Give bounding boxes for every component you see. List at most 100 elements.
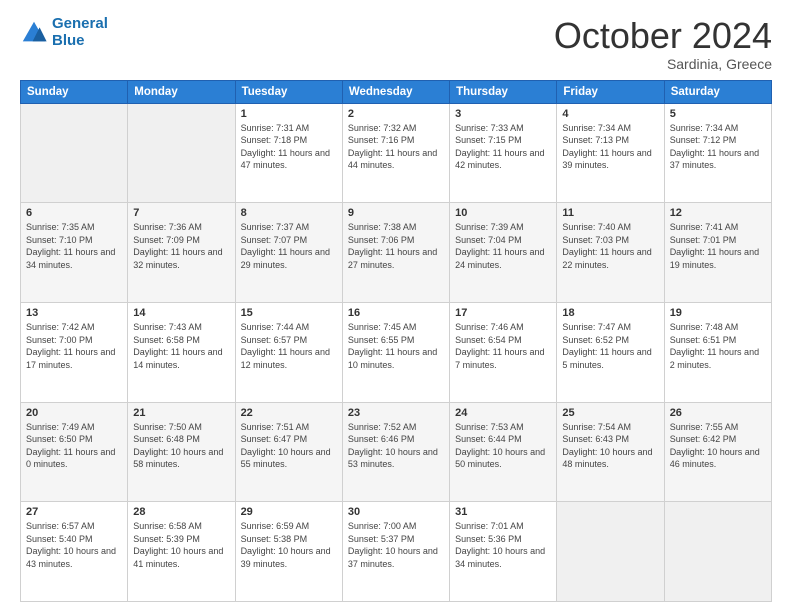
page: General Blue October 2024 Sardinia, Gree…	[0, 0, 792, 612]
day-detail: Sunrise: 7:34 AMSunset: 7:13 PMDaylight:…	[562, 123, 651, 171]
day-cell	[21, 103, 128, 203]
day-number: 1	[241, 108, 337, 120]
day-cell: 14 Sunrise: 7:43 AMSunset: 6:58 PMDaylig…	[128, 302, 235, 402]
day-cell: 1 Sunrise: 7:31 AMSunset: 7:18 PMDayligh…	[235, 103, 342, 203]
day-cell: 23 Sunrise: 7:52 AMSunset: 6:46 PMDaylig…	[342, 402, 449, 502]
day-number: 26	[670, 407, 766, 419]
day-number: 14	[133, 307, 229, 319]
day-number: 24	[455, 407, 551, 419]
day-detail: Sunrise: 7:53 AMSunset: 6:44 PMDaylight:…	[455, 422, 545, 470]
day-cell: 31 Sunrise: 7:01 AMSunset: 5:36 PMDaylig…	[450, 502, 557, 602]
week-row-1: 6 Sunrise: 7:35 AMSunset: 7:10 PMDayligh…	[21, 203, 772, 303]
day-cell: 28 Sunrise: 6:58 AMSunset: 5:39 PMDaylig…	[128, 502, 235, 602]
day-detail: Sunrise: 7:00 AMSunset: 5:37 PMDaylight:…	[348, 521, 438, 569]
day-number: 20	[26, 407, 122, 419]
day-detail: Sunrise: 7:48 AMSunset: 6:51 PMDaylight:…	[670, 322, 759, 370]
day-detail: Sunrise: 7:01 AMSunset: 5:36 PMDaylight:…	[455, 521, 545, 569]
day-cell: 5 Sunrise: 7:34 AMSunset: 7:12 PMDayligh…	[664, 103, 771, 203]
title-month: October 2024	[554, 16, 772, 56]
title-block: October 2024 Sardinia, Greece	[554, 16, 772, 72]
col-wednesday: Wednesday	[342, 80, 449, 103]
day-detail: Sunrise: 6:57 AMSunset: 5:40 PMDaylight:…	[26, 521, 116, 569]
day-number: 30	[348, 506, 444, 518]
calendar-table: Sunday Monday Tuesday Wednesday Thursday…	[20, 80, 772, 602]
day-cell: 13 Sunrise: 7:42 AMSunset: 7:00 PMDaylig…	[21, 302, 128, 402]
day-number: 5	[670, 108, 766, 120]
day-cell: 8 Sunrise: 7:37 AMSunset: 7:07 PMDayligh…	[235, 203, 342, 303]
day-detail: Sunrise: 7:50 AMSunset: 6:48 PMDaylight:…	[133, 422, 223, 470]
week-row-0: 1 Sunrise: 7:31 AMSunset: 7:18 PMDayligh…	[21, 103, 772, 203]
day-detail: Sunrise: 7:37 AMSunset: 7:07 PMDaylight:…	[241, 222, 330, 270]
day-number: 19	[670, 307, 766, 319]
day-detail: Sunrise: 7:31 AMSunset: 7:18 PMDaylight:…	[241, 123, 330, 171]
day-detail: Sunrise: 7:32 AMSunset: 7:16 PMDaylight:…	[348, 123, 437, 171]
day-detail: Sunrise: 7:34 AMSunset: 7:12 PMDaylight:…	[670, 123, 759, 171]
day-cell	[128, 103, 235, 203]
day-cell: 22 Sunrise: 7:51 AMSunset: 6:47 PMDaylig…	[235, 402, 342, 502]
day-cell: 19 Sunrise: 7:48 AMSunset: 6:51 PMDaylig…	[664, 302, 771, 402]
day-cell: 24 Sunrise: 7:53 AMSunset: 6:44 PMDaylig…	[450, 402, 557, 502]
title-location: Sardinia, Greece	[554, 56, 772, 72]
day-cell: 9 Sunrise: 7:38 AMSunset: 7:06 PMDayligh…	[342, 203, 449, 303]
day-detail: Sunrise: 6:59 AMSunset: 5:38 PMDaylight:…	[241, 521, 331, 569]
week-row-4: 27 Sunrise: 6:57 AMSunset: 5:40 PMDaylig…	[21, 502, 772, 602]
day-cell: 29 Sunrise: 6:59 AMSunset: 5:38 PMDaylig…	[235, 502, 342, 602]
day-cell: 30 Sunrise: 7:00 AMSunset: 5:37 PMDaylig…	[342, 502, 449, 602]
day-detail: Sunrise: 7:39 AMSunset: 7:04 PMDaylight:…	[455, 222, 544, 270]
day-cell: 20 Sunrise: 7:49 AMSunset: 6:50 PMDaylig…	[21, 402, 128, 502]
week-row-3: 20 Sunrise: 7:49 AMSunset: 6:50 PMDaylig…	[21, 402, 772, 502]
day-detail: Sunrise: 7:43 AMSunset: 6:58 PMDaylight:…	[133, 322, 222, 370]
week-row-2: 13 Sunrise: 7:42 AMSunset: 7:00 PMDaylig…	[21, 302, 772, 402]
day-number: 21	[133, 407, 229, 419]
col-monday: Monday	[128, 80, 235, 103]
day-cell: 21 Sunrise: 7:50 AMSunset: 6:48 PMDaylig…	[128, 402, 235, 502]
day-cell: 15 Sunrise: 7:44 AMSunset: 6:57 PMDaylig…	[235, 302, 342, 402]
day-number: 8	[241, 207, 337, 219]
col-thursday: Thursday	[450, 80, 557, 103]
day-number: 12	[670, 207, 766, 219]
logo-line1: General	[52, 15, 108, 32]
day-cell: 12 Sunrise: 7:41 AMSunset: 7:01 PMDaylig…	[664, 203, 771, 303]
day-cell: 3 Sunrise: 7:33 AMSunset: 7:15 PMDayligh…	[450, 103, 557, 203]
day-number: 18	[562, 307, 658, 319]
day-detail: Sunrise: 7:33 AMSunset: 7:15 PMDaylight:…	[455, 123, 544, 171]
day-number: 22	[241, 407, 337, 419]
day-detail: Sunrise: 7:44 AMSunset: 6:57 PMDaylight:…	[241, 322, 330, 370]
day-detail: Sunrise: 7:52 AMSunset: 6:46 PMDaylight:…	[348, 422, 438, 470]
col-friday: Friday	[557, 80, 664, 103]
day-number: 11	[562, 207, 658, 219]
day-number: 23	[348, 407, 444, 419]
col-saturday: Saturday	[664, 80, 771, 103]
day-number: 25	[562, 407, 658, 419]
day-cell: 2 Sunrise: 7:32 AMSunset: 7:16 PMDayligh…	[342, 103, 449, 203]
day-number: 10	[455, 207, 551, 219]
day-number: 17	[455, 307, 551, 319]
day-detail: Sunrise: 7:35 AMSunset: 7:10 PMDaylight:…	[26, 222, 115, 270]
day-detail: Sunrise: 7:41 AMSunset: 7:01 PMDaylight:…	[670, 222, 759, 270]
col-tuesday: Tuesday	[235, 80, 342, 103]
header-row: Sunday Monday Tuesday Wednesday Thursday…	[21, 80, 772, 103]
day-detail: Sunrise: 7:55 AMSunset: 6:42 PMDaylight:…	[670, 422, 760, 470]
day-number: 31	[455, 506, 551, 518]
day-number: 4	[562, 108, 658, 120]
day-cell: 4 Sunrise: 7:34 AMSunset: 7:13 PMDayligh…	[557, 103, 664, 203]
day-number: 15	[241, 307, 337, 319]
day-number: 29	[241, 506, 337, 518]
logo-text: General Blue	[52, 16, 108, 49]
header: General Blue October 2024 Sardinia, Gree…	[20, 16, 772, 72]
day-detail: Sunrise: 7:51 AMSunset: 6:47 PMDaylight:…	[241, 422, 331, 470]
logo-line2: Blue	[52, 32, 85, 49]
day-cell: 11 Sunrise: 7:40 AMSunset: 7:03 PMDaylig…	[557, 203, 664, 303]
day-number: 27	[26, 506, 122, 518]
day-number: 2	[348, 108, 444, 120]
day-cell: 18 Sunrise: 7:47 AMSunset: 6:52 PMDaylig…	[557, 302, 664, 402]
day-detail: Sunrise: 7:38 AMSunset: 7:06 PMDaylight:…	[348, 222, 437, 270]
day-number: 3	[455, 108, 551, 120]
day-detail: Sunrise: 7:54 AMSunset: 6:43 PMDaylight:…	[562, 422, 652, 470]
day-cell: 17 Sunrise: 7:46 AMSunset: 6:54 PMDaylig…	[450, 302, 557, 402]
day-number: 28	[133, 506, 229, 518]
day-cell: 6 Sunrise: 7:35 AMSunset: 7:10 PMDayligh…	[21, 203, 128, 303]
day-cell: 27 Sunrise: 6:57 AMSunset: 5:40 PMDaylig…	[21, 502, 128, 602]
logo-icon	[20, 19, 48, 47]
day-detail: Sunrise: 7:42 AMSunset: 7:00 PMDaylight:…	[26, 322, 115, 370]
